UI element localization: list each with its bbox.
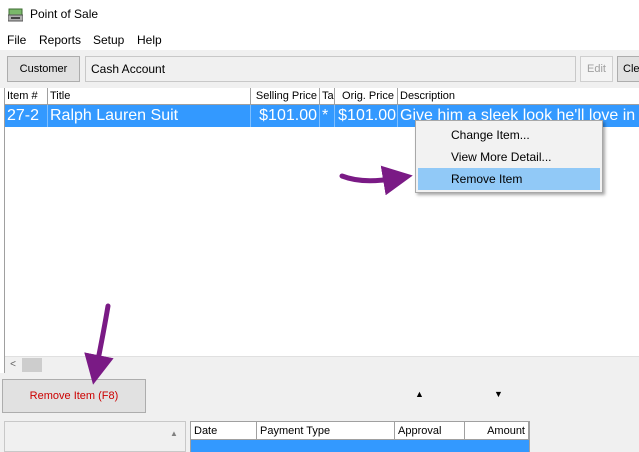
edit-button[interactable]: Edit: [580, 56, 613, 82]
menu-file[interactable]: File: [7, 33, 26, 47]
customer-button[interactable]: Customer: [7, 56, 80, 82]
col-date[interactable]: Date: [191, 422, 257, 440]
scroll-thumb[interactable]: [22, 358, 42, 372]
menu-setup[interactable]: Setup: [93, 33, 124, 47]
window-title: Point of Sale: [30, 7, 99, 21]
summary-panel: [4, 421, 186, 452]
move-up-icon[interactable]: ▲: [415, 389, 424, 399]
col-tax[interactable]: Ta: [320, 88, 335, 105]
move-down-icon[interactable]: ▼: [494, 389, 503, 399]
scroll-up-icon[interactable]: ▲: [170, 429, 178, 438]
col-item-number[interactable]: Item #: [5, 88, 48, 105]
col-amount[interactable]: Amount: [465, 422, 529, 440]
bottom-panel: Remove Item (F8) ▲ ▼ ▲ Date Payment Type…: [0, 373, 639, 452]
menu-reports[interactable]: Reports: [39, 33, 81, 47]
menu-change-item[interactable]: Change Item...: [418, 124, 600, 146]
horizontal-scrollbar[interactable]: <: [5, 356, 639, 373]
menu-bar: File Reports Setup Help: [0, 30, 639, 50]
clear-button[interactable]: Clea: [617, 56, 639, 82]
col-title[interactable]: Title: [48, 88, 251, 105]
title-bar: Point of Sale: [0, 0, 639, 30]
payment-row[interactable]: [191, 440, 529, 452]
cell-selling-price: $101.00: [251, 105, 320, 127]
payments-grid[interactable]: Date Payment Type Approval Amount: [190, 421, 530, 452]
context-menu: Change Item... View More Detail... Remov…: [415, 120, 603, 193]
menu-view-more-detail[interactable]: View More Detail...: [418, 146, 600, 168]
col-approval[interactable]: Approval: [395, 422, 465, 440]
grid-header: Item # Title Selling Price Ta Orig. Pric…: [5, 88, 639, 105]
account-field[interactable]: Cash Account: [85, 56, 576, 82]
cell-item-number: 27-2: [5, 105, 48, 127]
customer-toolbar: Customer Cash Account Edit Clea: [0, 50, 639, 88]
col-orig-price[interactable]: Orig. Price: [335, 88, 398, 105]
register-icon: [8, 8, 23, 22]
col-payment-type[interactable]: Payment Type: [257, 422, 395, 440]
cell-orig-price: $101.00: [335, 105, 398, 127]
col-description[interactable]: Description: [398, 88, 639, 105]
scroll-left-icon[interactable]: <: [5, 357, 21, 373]
menu-help[interactable]: Help: [137, 33, 162, 47]
col-selling-price[interactable]: Selling Price: [251, 88, 320, 105]
cell-tax: *: [320, 105, 335, 127]
remove-item-button[interactable]: Remove Item (F8): [2, 379, 146, 413]
menu-remove-item[interactable]: Remove Item: [418, 168, 600, 190]
cell-title: Ralph Lauren Suit: [48, 105, 251, 127]
payments-header: Date Payment Type Approval Amount: [191, 422, 529, 440]
